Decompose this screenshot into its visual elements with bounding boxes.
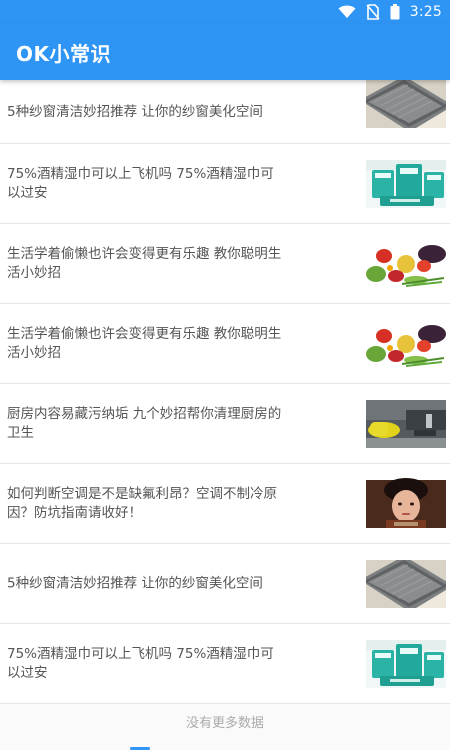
kitchen-cleaning-image (366, 399, 446, 448)
list-item[interactable]: 75%酒精湿巾可以上飞机吗 75%酒精湿巾可以过安 (0, 624, 450, 704)
vegetables-image (366, 319, 446, 368)
wifi-icon (338, 5, 356, 18)
list-item[interactable]: 5种纱窗清洁妙招推荐 让你的纱窗美化空间 (0, 80, 450, 144)
list-item[interactable]: 75%酒精湿巾可以上飞机吗 75%酒精湿巾可以过安 (0, 144, 450, 224)
app-bar: OK小常识 (0, 24, 450, 80)
list-item[interactable]: 生活学着偷懒也许会变得更有乐趣 教你聪明生活小妙招 (0, 304, 450, 384)
status-time: 3:25 (409, 4, 442, 20)
list-item-title: 生活学着偷懒也许会变得更有乐趣 教你聪明生活小妙招 (7, 245, 282, 281)
list-item[interactable]: 生活学着偷懒也许会变得更有乐趣 教你聪明生活小妙招 (0, 224, 450, 304)
woman-portrait-image (366, 477, 446, 528)
app-title: OK小常识 (16, 41, 111, 66)
vegetables-image (366, 239, 446, 288)
window-screen-image (366, 80, 446, 128)
list-item[interactable]: 厨房内容易藏污纳垢 九个妙招帮你清理厨房的卫生 (0, 384, 450, 464)
list-item-title: 生活学着偷懒也许会变得更有乐趣 教你聪明生活小妙招 (7, 325, 282, 361)
list-item[interactable]: 5种纱窗清洁妙招推荐 让你的纱窗美化空间 (0, 544, 450, 624)
alcohol-wipes-image (366, 639, 446, 688)
list-item-title: 75%酒精湿巾可以上飞机吗 75%酒精湿巾可以过安 (7, 165, 274, 201)
app-screen: 3:25 OK小常识 5种纱窗清洁妙招推荐 让你的纱窗美化空间 75%酒精湿巾可… (0, 0, 450, 750)
list-item-title: 75%酒精湿巾可以上飞机吗 75%酒精湿巾可以过安 (7, 645, 274, 681)
no-more-data-footer: 没有更多数据 (185, 716, 264, 731)
list-item-title: 5种纱窗清洁妙招推荐 让你的纱窗美化空间 (7, 104, 263, 120)
window-screen-image (366, 559, 446, 608)
list-item-title: 如何判断空调是不是缺氟利昂？空调不制冷原因？防坑指南请收好！ (7, 485, 277, 521)
status-bar: 3:25 (0, 0, 450, 24)
article-list: 5种纱窗清洁妙招推荐 让你的纱窗美化空间 75%酒精湿巾可以上飞机吗 75%酒精… (0, 80, 450, 704)
list-item-title: 厨房内容易藏污纳垢 九个妙招帮你清理厨房的卫生 (7, 405, 282, 441)
list-item[interactable]: 如何判断空调是不是缺氟利昂？空调不制冷原因？防坑指南请收好！ (0, 464, 450, 544)
no-sim-icon (366, 4, 380, 20)
battery-icon (390, 4, 400, 20)
alcohol-wipes-image (366, 159, 446, 208)
list-item-title: 5种纱窗清洁妙招推荐 让你的纱窗美化空间 (7, 575, 263, 591)
